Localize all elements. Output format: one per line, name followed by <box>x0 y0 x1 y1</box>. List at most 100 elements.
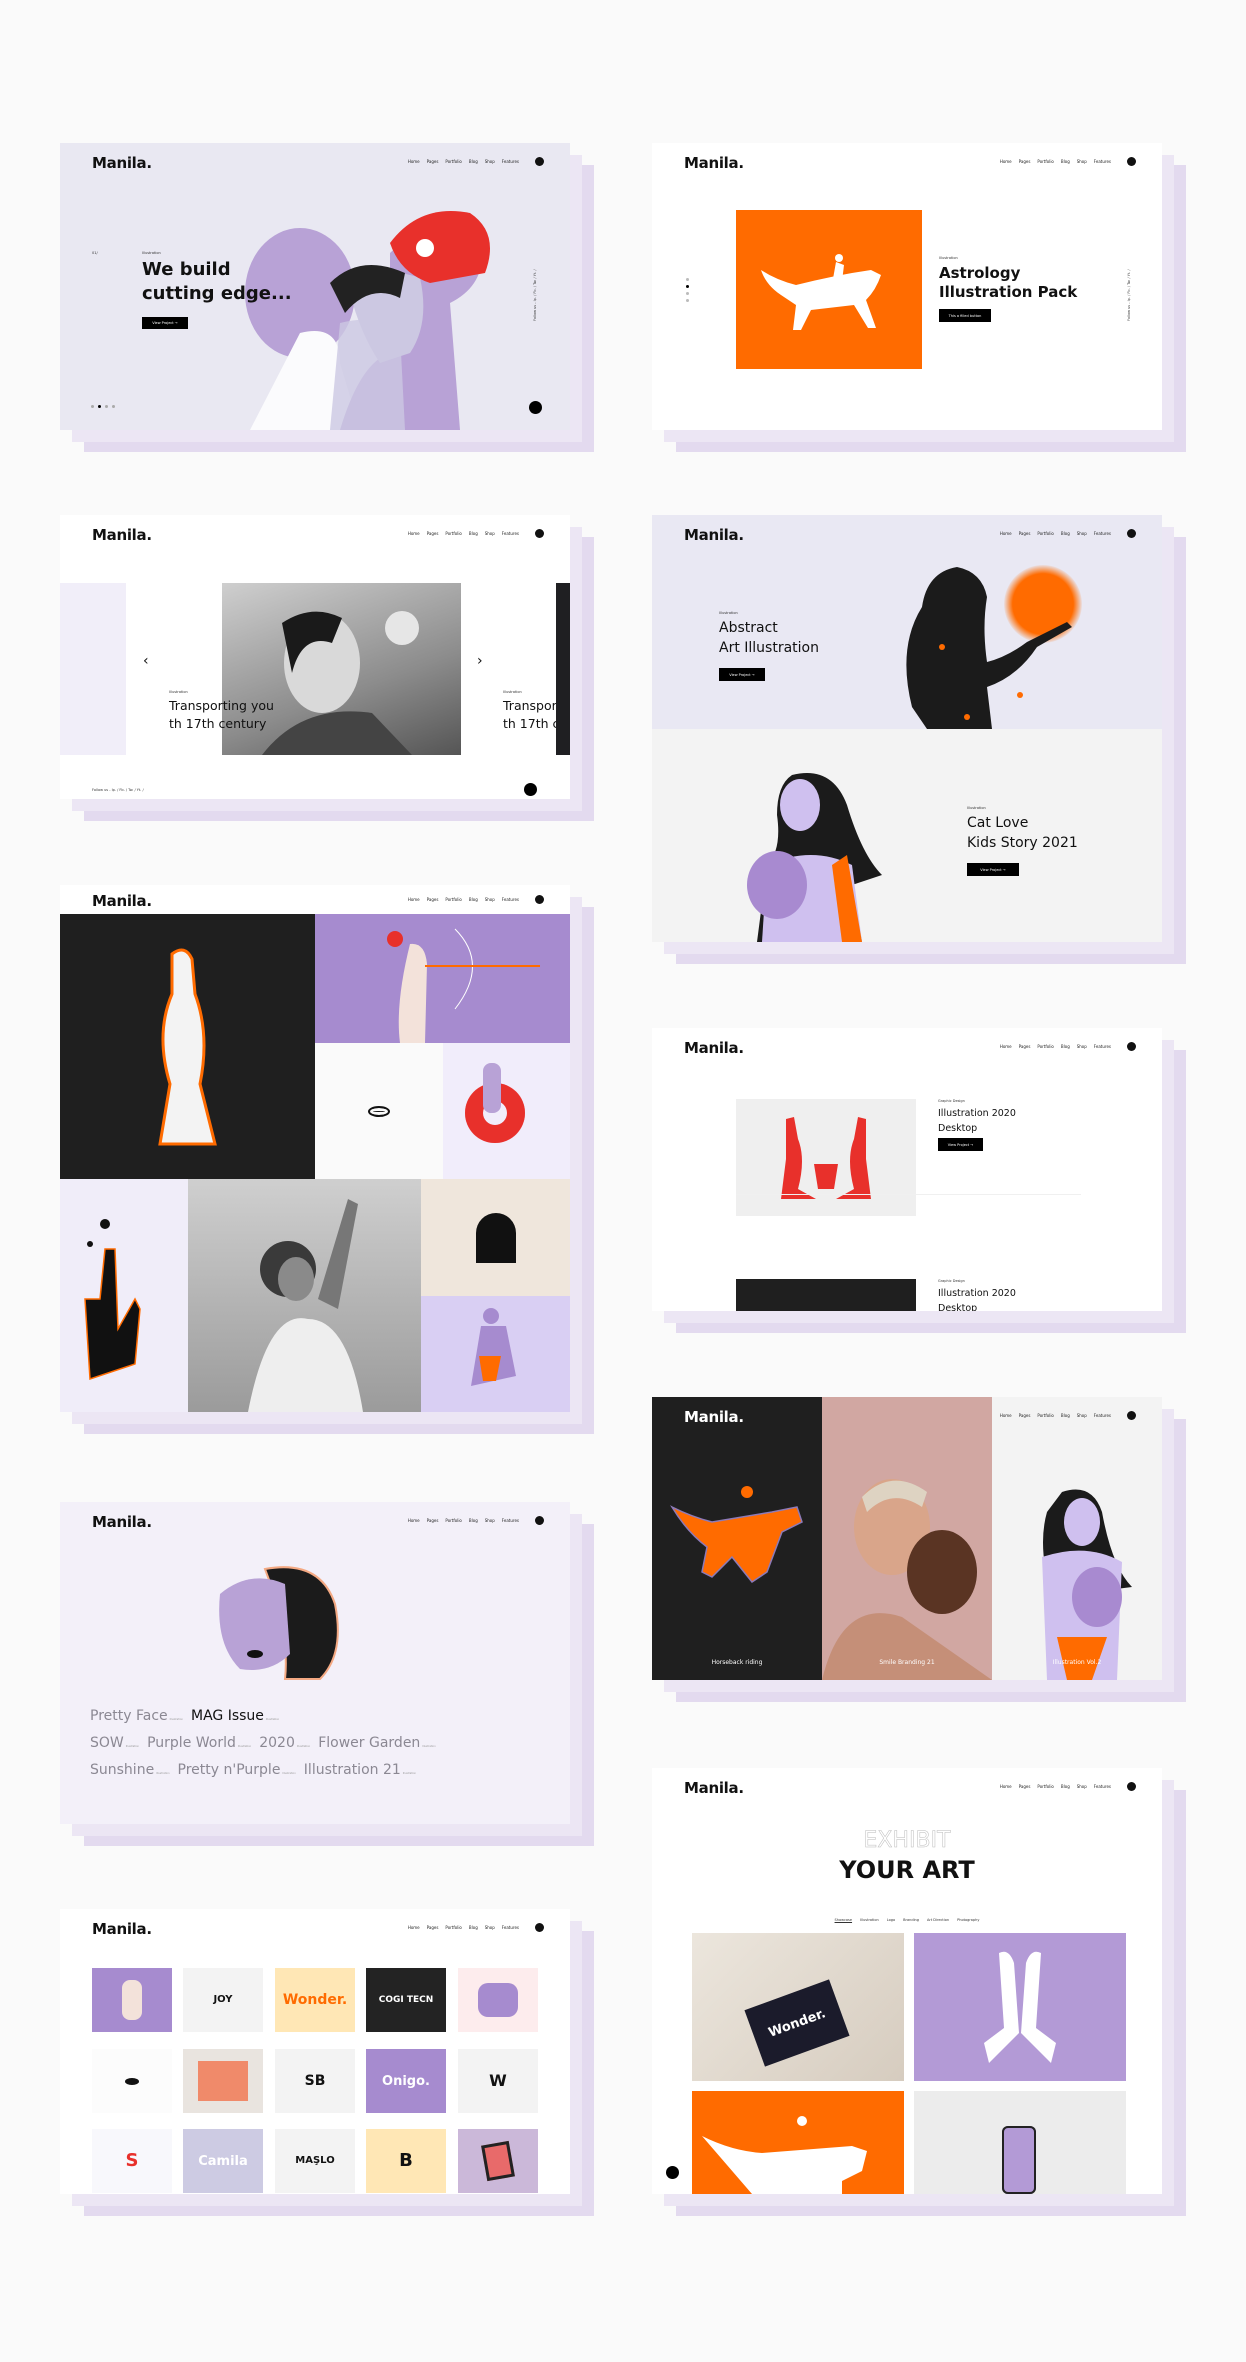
hand-tile[interactable] <box>60 1179 188 1412</box>
logo[interactable]: Manila. <box>92 892 152 910</box>
project-image[interactable] <box>736 1099 916 1216</box>
nav-item-features[interactable]: Features <box>502 159 519 164</box>
logo-tile[interactable] <box>458 1968 538 2032</box>
nav-item-blog[interactable]: Blog <box>469 159 478 164</box>
nav-item-shop[interactable]: Shop <box>1077 159 1087 164</box>
slide-dot[interactable] <box>686 292 689 295</box>
portfolio-tile[interactable] <box>914 2091 1126 2194</box>
project-link[interactable]: Pretty Face Illustration <box>90 1708 183 1724</box>
portfolio-tile[interactable] <box>692 2091 904 2194</box>
nav-item-pages[interactable]: Pages <box>1019 159 1031 164</box>
project-link[interactable]: Sunshine Illustration <box>90 1762 170 1778</box>
logo[interactable]: Manila. <box>684 154 744 172</box>
slide-dot[interactable] <box>112 405 115 408</box>
scroll-button[interactable] <box>529 401 542 414</box>
eye-logo-tile[interactable] <box>315 1043 443 1179</box>
logo-tile[interactable]: Camila <box>183 2129 263 2193</box>
project-link[interactable]: Purple World Illustration <box>147 1735 251 1751</box>
nav-item-shop[interactable]: Shop <box>1077 531 1087 536</box>
nav-item-blog[interactable]: Blog <box>1061 1044 1070 1049</box>
nav-item-shop[interactable]: Shop <box>1077 1784 1087 1789</box>
view-project-button[interactable]: View Project → <box>967 863 1019 876</box>
nav-item-home[interactable]: Home <box>1000 531 1012 536</box>
sitting-figure-tile[interactable] <box>421 1296 570 1412</box>
arch-logo-tile[interactable] <box>421 1179 570 1296</box>
float-ring-tile[interactable] <box>443 1043 570 1179</box>
nav-item-shop[interactable]: Shop <box>1077 1044 1087 1049</box>
project-link[interactable]: MAG Issue Illustration <box>191 1708 279 1724</box>
menu-icon[interactable] <box>1127 1042 1136 1051</box>
portfolio-tile[interactable] <box>914 1933 1126 2081</box>
filter-photography[interactable]: Photography <box>957 1918 979 1922</box>
filter-logo[interactable]: Logo <box>887 1918 895 1922</box>
nav-item-home[interactable]: Home <box>1000 1044 1012 1049</box>
nav-item-portfolio[interactable]: Portfolio <box>1037 1413 1053 1418</box>
project-link[interactable]: SOW Illustration <box>90 1735 139 1751</box>
nav-item-blog[interactable]: Blog <box>1061 1413 1070 1418</box>
nav-item-portfolio[interactable]: Portfolio <box>445 1925 461 1930</box>
nav-item-shop[interactable]: Shop <box>485 159 495 164</box>
logo[interactable]: Manila. <box>92 1920 152 1938</box>
view-project-button[interactable]: View Project → <box>938 1138 983 1151</box>
filter-showcase[interactable]: Showcase <box>835 1918 853 1922</box>
nav-item-home[interactable]: Home <box>408 897 420 902</box>
logo[interactable]: Manila. <box>684 1779 744 1797</box>
filter-art-direction[interactable]: Art Direction <box>927 1918 949 1922</box>
nav-item-portfolio[interactable]: Portfolio <box>445 1518 461 1523</box>
nav-item-blog[interactable]: Blog <box>1061 159 1070 164</box>
nav-item-shop[interactable]: Shop <box>485 1518 495 1523</box>
nav-item-features[interactable]: Features <box>502 531 519 536</box>
slide-dot[interactable] <box>686 278 689 281</box>
nav-item-pages[interactable]: Pages <box>427 1518 439 1523</box>
dancer-photo[interactable] <box>188 1179 421 1412</box>
logo[interactable]: Manila. <box>684 526 744 544</box>
logo-tile[interactable] <box>92 1968 172 2032</box>
logo-tile[interactable]: COGI TECN <box>366 1968 446 2032</box>
logo[interactable]: Manila. <box>684 1039 744 1057</box>
nav-item-features[interactable]: Features <box>1094 1784 1111 1789</box>
nav-item-features[interactable]: Features <box>1094 1413 1111 1418</box>
slide-dot[interactable] <box>91 405 94 408</box>
view-project-button[interactable]: View Project → <box>719 668 765 681</box>
slide-dot[interactable] <box>686 299 689 302</box>
scroll-button[interactable] <box>666 2166 679 2179</box>
nav-item-shop[interactable]: Shop <box>485 1925 495 1930</box>
illustration-column[interactable] <box>992 1397 1162 1680</box>
nav-item-portfolio[interactable]: Portfolio <box>445 159 461 164</box>
menu-icon[interactable] <box>535 157 544 166</box>
project-link[interactable]: Illustration 21 Illustration <box>304 1762 416 1778</box>
nav-item-blog[interactable]: Blog <box>469 897 478 902</box>
menu-icon[interactable] <box>1127 529 1136 538</box>
social-follow[interactable]: Follow us - Ip. / Fb. / Tw. / Yt. / <box>92 788 144 792</box>
nav-item-portfolio[interactable]: Portfolio <box>445 531 461 536</box>
logo-tile[interactable]: SB <box>275 2049 355 2113</box>
chevron-left-icon[interactable]: ‹ <box>143 653 149 669</box>
smile-photo-column[interactable] <box>822 1397 992 1680</box>
logo-tile[interactable]: Onigo. <box>366 2049 446 2113</box>
view-project-button[interactable]: View Project → <box>142 317 188 329</box>
nav-item-features[interactable]: Features <box>1094 531 1111 536</box>
nav-item-pages[interactable]: Pages <box>1019 531 1031 536</box>
logo[interactable]: Manila. <box>92 1513 152 1531</box>
nav-item-home[interactable]: Home <box>1000 1413 1012 1418</box>
scroll-button[interactable] <box>524 783 537 796</box>
archer-tile[interactable] <box>315 914 570 1043</box>
nav-item-features[interactable]: Features <box>1094 1044 1111 1049</box>
social-follow[interactable]: Follow us - Ip. / Fb. / Tw. / Yt. / <box>533 269 537 321</box>
nav-item-portfolio[interactable]: Portfolio <box>445 897 461 902</box>
nav-item-home[interactable]: Home <box>408 159 420 164</box>
filled-button[interactable]: This a filled button <box>939 309 991 322</box>
menu-icon[interactable] <box>1127 1782 1136 1791</box>
logo[interactable]: Manila. <box>92 154 152 172</box>
project-link[interactable]: Flower Garden Illustration <box>318 1735 435 1751</box>
menu-icon[interactable] <box>1127 157 1136 166</box>
nav-item-features[interactable]: Features <box>1094 159 1111 164</box>
menu-icon[interactable] <box>535 895 544 904</box>
menu-icon[interactable] <box>535 1516 544 1525</box>
nav-item-portfolio[interactable]: Portfolio <box>1037 1044 1053 1049</box>
nav-item-pages[interactable]: Pages <box>1019 1044 1031 1049</box>
nav-item-shop[interactable]: Shop <box>485 897 495 902</box>
logo-tile[interactable] <box>458 2129 538 2193</box>
nav-item-home[interactable]: Home <box>1000 159 1012 164</box>
column-caption[interactable]: Smile Branding 21 <box>822 1659 992 1666</box>
